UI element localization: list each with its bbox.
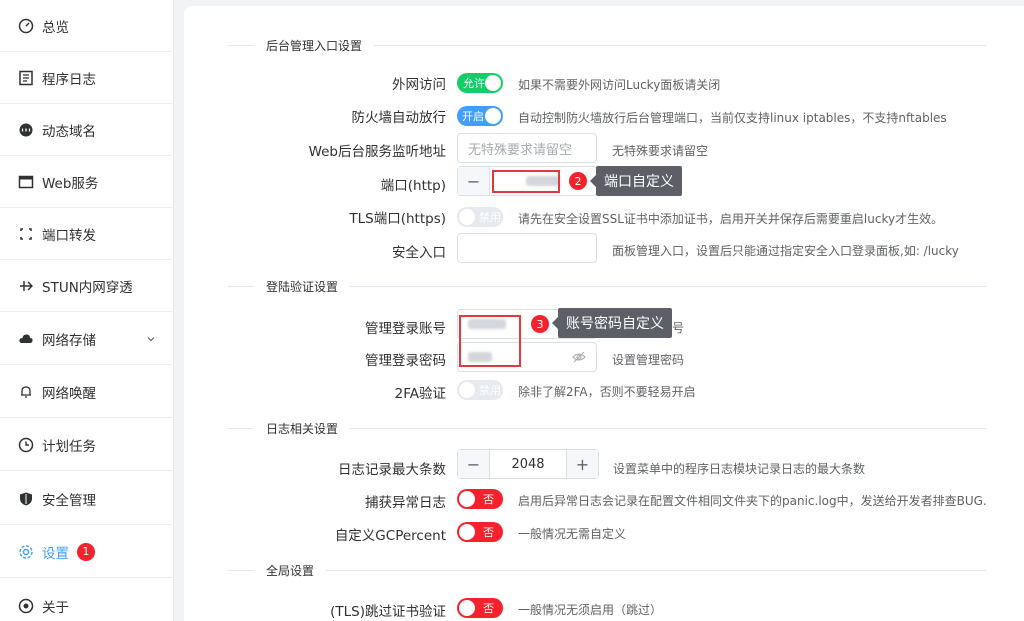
firewall-switch[interactable]: 开启 [457,106,503,126]
sidebar-item-label: 关于 [42,600,69,616]
sidebar-item-label: 动态域名 [42,123,96,140]
gc-percent-hint: 一般情况无需自定义 [518,527,627,541]
stun-icon [18,278,34,294]
gear-icon [18,544,34,560]
section-title-global: 全局设置 [254,562,327,579]
sidebar: 总览 程序日志 动态域名 Web服务 端口转发 STUN内网穿透 网络存储 网络… [0,0,174,621]
sidebar-item-tasks[interactable]: 计划任务 [0,419,174,471]
sidebar-item-overview[interactable]: 总览 [0,0,174,52]
annotation-number: 2 [569,172,587,190]
admin-account-hint: 号 [672,321,685,335]
sidebar-item-label: 总览 [42,19,69,36]
bell-icon [18,384,34,400]
port-decrement-button[interactable]: − [458,167,490,195]
admin-password-label: 管理登录密码 [365,353,446,369]
log-max-label: 日志记录最大条数 [338,462,446,478]
sidebar-item-stun[interactable]: STUN内网穿透 [0,260,174,312]
sidebar-item-ddns[interactable]: 动态域名 [0,104,174,156]
dashboard-icon [18,18,34,34]
annotation-badge: 1 [77,542,95,561]
log-max-stepper[interactable]: − 2048 + [457,449,599,479]
clock-icon [18,437,34,453]
listen-addr-input[interactable]: 无特殊要求请留空 [457,133,597,163]
sidebar-item-storage[interactable]: 网络存储 [0,313,174,365]
external-access-switch[interactable]: 允许 [457,73,503,93]
admin-password-hint: 设置管理密码 [612,353,685,367]
chevron-down-icon [146,332,156,348]
sidebar-item-label: 网络存储 [42,332,96,349]
sidebar-item-label: 端口转发 [42,227,96,244]
sidebar-item-label: 程序日志 [42,71,96,88]
settings-panel: 后台管理入口设置 外网访问 允许 如果不需要外网访问Lucky面板请关闭 防火墙… [184,6,1024,621]
section-divider [228,570,986,571]
port-forward-icon [18,226,34,242]
log-max-hint: 设置菜单中的程序日志模块记录日志的最大条数 [613,462,866,476]
annotation-callout-port: 端口自定义 [590,166,682,196]
shield-icon [18,491,34,507]
sidebar-item-label: 安全管理 [42,492,96,509]
sidebar-item-about[interactable]: 关于 [0,580,174,621]
section-title-login-auth: 登陆验证设置 [254,278,351,295]
panic-log-switch[interactable]: 否 [457,489,503,509]
dns-icon [18,122,34,138]
safe-entry-input[interactable] [457,233,597,263]
twofa-switch[interactable]: 禁用 [457,380,503,400]
panic-log-hint: 启用后异常日志会记录在配置文件相同文件夹下的panic.log中，发送给开发者排… [518,494,987,508]
annotation-box-account [459,315,521,367]
listen-addr-label: Web后台服务监听地址 [308,144,446,160]
sidebar-item-label: 设置 [42,545,69,562]
tls-port-label: TLS端口(https) [349,211,446,227]
content-gap [174,0,184,621]
sidebar-item-port-forward[interactable]: 端口转发 [0,208,174,260]
sidebar-item-label: 计划任务 [42,438,96,455]
tls-skip-switch[interactable]: 否 [457,598,503,618]
tls-port-switch[interactable]: 禁用 [457,207,503,227]
section-title-admin-entry: 后台管理入口设置 [254,37,375,54]
sidebar-item-label: Web服务 [42,175,99,192]
sidebar-item-wol[interactable]: 网络唤醒 [0,366,174,418]
sidebar-item-security[interactable]: 安全管理 [0,473,174,525]
panic-log-label: 捕获异常日志 [365,495,446,511]
log-max-decrement-button[interactable]: − [458,450,490,478]
admin-account-label: 管理登录账号 [365,321,446,337]
tls-port-hint: 请先在安全设置SSL证书中添加证书，启用开关并保存后需要重启lucky才生效。 [518,212,944,226]
listen-addr-hint: 无特殊要求请留空 [612,144,709,158]
annotation-box-port [492,170,560,193]
external-access-label: 外网访问 [392,77,446,93]
sidebar-item-log[interactable]: 程序日志 [0,52,174,104]
firewall-label: 防火墙自动放行 [351,110,447,126]
gc-percent-label: 自定义GCPercent [334,528,446,544]
eye-off-icon[interactable] [572,350,586,368]
section-title-log: 日志相关设置 [254,420,351,437]
twofa-hint: 除非了解2FA，否则不要轻易开启 [518,385,696,399]
sidebar-item-web[interactable]: Web服务 [0,156,174,208]
tls-skip-label: (TLS)跳过证书验证 [330,604,446,620]
log-max-value[interactable]: 2048 [490,450,566,478]
cloud-icon [18,331,34,347]
annotation-callout-account: 账号密码自定义 [552,308,672,338]
tls-skip-hint: 一般情况无须启用（跳过） [518,603,663,617]
safe-entry-label: 安全入口 [392,245,446,261]
safe-entry-hint: 面板管理入口，设置后只能通过指定安全入口登录面板,如: /lucky [612,244,959,258]
gc-percent-switch[interactable]: 否 [457,522,503,542]
twofa-label: 2FA验证 [394,386,446,402]
external-access-hint: 如果不需要外网访问Lucky面板请关闭 [518,78,721,92]
log-max-increment-button[interactable]: + [566,450,598,478]
port-http-label: 端口(http) [380,178,446,194]
sidebar-item-label: STUN内网穿透 [42,279,133,296]
sidebar-item-label: 网络唤醒 [42,385,96,402]
log-icon [18,70,34,86]
about-icon [18,598,34,614]
web-icon [18,174,34,190]
firewall-hint: 自动控制防火墙放行后台管理端口，当前仅支持linux iptables，不支持n… [518,111,947,125]
sidebar-item-settings[interactable]: 设置 1 [0,526,174,578]
annotation-number: 3 [531,315,549,333]
